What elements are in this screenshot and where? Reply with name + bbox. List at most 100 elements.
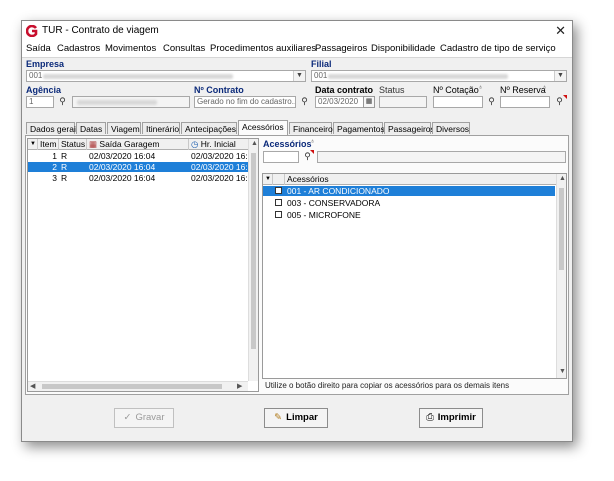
reserva-label: Nº Reserva [500, 85, 546, 95]
acessorio-code-input[interactable] [263, 151, 299, 163]
menu-passageiros[interactable]: Passageiros [315, 43, 367, 54]
empresa-value: 001 [29, 71, 43, 80]
key-icon: ♁ [478, 84, 484, 91]
scroll-thumb[interactable] [559, 188, 564, 270]
items-grid-header: ▼ Item Status ▦ Saída Garagem ◷ Hr. Inic… [28, 139, 258, 150]
row-indicator-icon: ▼ [263, 174, 273, 185]
menu-cadastros[interactable]: Cadastros [57, 43, 100, 54]
menu-movimentos[interactable]: Movimentos [105, 43, 156, 54]
status-field [379, 96, 427, 108]
cell-saida: 02/03/2020 16:04 [89, 151, 156, 161]
filial-label: Filial [311, 59, 332, 69]
main-window: TUR - Contrato de viagem ✕ Saída Cadastr… [21, 20, 573, 442]
scroll-thumb[interactable] [42, 384, 222, 389]
col-hr-inicial[interactable]: ◷ Hr. Inicial [189, 139, 251, 150]
menu-procedimentos-auxiliares[interactable]: Procedimentos auxiliares [210, 43, 316, 54]
menu-disponibilidade[interactable]: Disponibilidade [371, 43, 435, 54]
table-row[interactable]: 3 R 02/03/2020 16:04 02/03/2020 16:0 [28, 173, 250, 183]
cell-status: R [61, 151, 68, 161]
tab-diversos[interactable]: Diversos [432, 122, 470, 134]
scroll-down-icon[interactable]: ▼ [559, 368, 566, 375]
cotacao-input[interactable] [433, 96, 483, 108]
empresa-label: Empresa [26, 59, 65, 69]
agencia-label: Agência [26, 85, 62, 95]
agencia-input[interactable]: 1 [26, 96, 54, 108]
tab-itinerario[interactable]: Itinerário [142, 122, 180, 134]
imprimir-button[interactable]: ⎙ Imprimir [419, 408, 483, 428]
scroll-up-icon[interactable]: ▲ [559, 175, 566, 182]
col-saida-garagem-label: Saída Garagem [99, 139, 160, 149]
tab-antecipacoes[interactable]: Antecipações [181, 122, 237, 134]
calendar-icon[interactable]: ▦ [363, 96, 375, 108]
tab-pagamentos[interactable]: Pagamentos [333, 122, 385, 134]
gravar-button[interactable]: ✓ Gravar [114, 408, 174, 428]
list-item-selected[interactable]: 001 - AR CONDICIONADO [263, 186, 555, 196]
filial-value: 001 [314, 71, 328, 80]
list-item[interactable]: 005 - MICROFONE [263, 210, 555, 220]
required-marker [563, 95, 567, 99]
table-row-selected[interactable]: 2 R 02/03/2020 16:04 02/03/2020 16:0 [28, 162, 250, 172]
limpar-label: Limpar [286, 412, 318, 423]
key-icon: ♁ [310, 138, 316, 145]
cell-item: 1 [52, 151, 57, 161]
chevron-down-icon[interactable]: ▼ [293, 71, 305, 81]
list-item[interactable]: 003 - CONSERVADORA [263, 198, 555, 208]
items-horizontal-scrollbar[interactable]: ◀ ▶ [28, 381, 248, 391]
col-acessorios[interactable]: Acessórios [285, 174, 555, 185]
limpar-button[interactable]: ✎ Limpar [264, 408, 328, 428]
cell-item: 3 [52, 173, 57, 183]
scroll-thumb[interactable] [251, 153, 256, 349]
accessory-label: 005 - MICROFONE [287, 210, 361, 220]
tab-financeiro[interactable]: Financeiro [289, 122, 333, 134]
broom-icon: ✎ [274, 412, 283, 423]
acessorios-grid-header: ▼ Acessórios [263, 174, 566, 185]
accessory-checkbox[interactable] [275, 187, 282, 194]
chevron-down-icon[interactable]: ▼ [554, 71, 566, 81]
key-icon: ♁ [542, 84, 548, 91]
col-status[interactable]: Status [59, 139, 87, 150]
cell-item: 2 [52, 162, 57, 172]
menu-saida[interactable]: Saída [26, 43, 51, 54]
menu-consultas[interactable]: Consultas [163, 43, 205, 54]
tab-passageiros[interactable]: Passageiros [384, 122, 435, 134]
tab-dados-gerais[interactable]: Dados gerais [26, 122, 80, 134]
acessorios-label: Acessórios [263, 139, 312, 149]
filial-name-redacted [328, 74, 508, 79]
cell-hr: 02/03/2020 16:0 [191, 173, 250, 183]
gravar-label: Gravar [135, 412, 165, 423]
cell-saida: 02/03/2020 16:04 [89, 162, 156, 172]
window-title: TUR - Contrato de viagem [42, 25, 159, 36]
binoculars-icon[interactable]: ⚲ [298, 95, 311, 108]
col-saida-garagem[interactable]: ▦ Saída Garagem [87, 139, 189, 150]
agencia-name-field [72, 96, 190, 108]
menu-bar: Saída Cadastros Movimentos Consultas Pro… [22, 41, 572, 58]
contrato-input[interactable]: Gerado no fim do cadastro... [194, 96, 296, 108]
col-item[interactable]: Item [38, 139, 59, 150]
tab-strip: Dados gerais Datas Viagem Itinerário Ant… [22, 120, 572, 135]
scroll-right-icon[interactable]: ▶ [237, 382, 242, 390]
scroll-left-icon[interactable]: ◀ [30, 382, 35, 390]
acessorios-vertical-scrollbar[interactable]: ▲ ▼ [556, 174, 566, 378]
scroll-up-icon[interactable]: ▲ [251, 140, 258, 147]
title-bar: TUR - Contrato de viagem ✕ [22, 21, 572, 41]
binoculars-icon[interactable]: ⚲ [56, 95, 69, 108]
close-icon[interactable]: ✕ [555, 23, 566, 39]
acessorios-grid: ▼ Acessórios 001 - AR CONDICIONADO 003 -… [262, 173, 567, 379]
empresa-select[interactable]: 001 ▼ [26, 70, 306, 82]
calendar-icon: ▦ [89, 139, 98, 149]
filial-select[interactable]: 001 ▼ [311, 70, 567, 82]
menu-cadastro-tipo-servico[interactable]: Cadastro de tipo de serviço [440, 43, 556, 54]
tab-acessorios[interactable]: Acessórios [238, 120, 288, 135]
table-row[interactable]: 1 R 02/03/2020 16:04 02/03/2020 16:0 [28, 151, 250, 161]
accessory-checkbox[interactable] [275, 211, 282, 218]
tab-viagem[interactable]: Viagem [107, 122, 141, 134]
binoculars-icon[interactable]: ⚲ [485, 95, 498, 108]
tab-datas[interactable]: Datas [76, 122, 106, 134]
accessories-hint: Utilize o botão direito para copiar os a… [265, 381, 510, 390]
agencia-value: 1 [29, 97, 34, 106]
col-check[interactable] [273, 174, 285, 185]
accessory-checkbox[interactable] [275, 199, 282, 206]
imprimir-label: Imprimir [437, 412, 476, 423]
reserva-input[interactable] [500, 96, 550, 108]
items-vertical-scrollbar[interactable]: ▲ [248, 139, 258, 381]
